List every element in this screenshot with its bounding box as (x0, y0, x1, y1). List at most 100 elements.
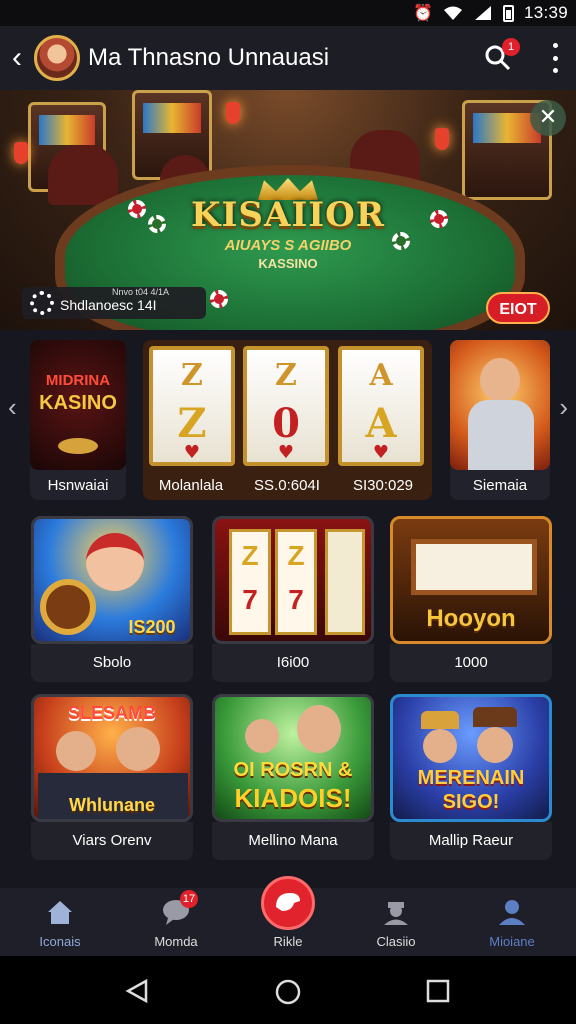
host-body-art (468, 400, 534, 470)
slot-reel: Z 7 (275, 529, 317, 635)
signal-icon (473, 5, 493, 21)
character-art (297, 705, 341, 753)
nav-label: Clasiio (376, 934, 416, 949)
character-art (86, 533, 144, 591)
overlay-text-bottom: SIGO! (442, 791, 500, 813)
game-card[interactable]: MERENAIN SIGO! Mallip Raeur (390, 694, 552, 864)
card-label: Molanlala (158, 477, 224, 494)
back-button[interactable]: ‹ (0, 26, 34, 90)
nav-item-dealer[interactable]: Clasiio (348, 888, 444, 956)
alarm-icon: ⏰ (413, 5, 433, 22)
game-caption: Sbolo (31, 644, 193, 682)
hat-art (473, 707, 517, 727)
game-thumbnail (450, 340, 550, 470)
recents-square-icon[interactable] (426, 979, 450, 1003)
chip-decor (430, 210, 448, 228)
overlay-text-bottom: KIADOIS! (234, 783, 352, 813)
reel-symbol: Z (241, 540, 259, 571)
back-triangle-icon[interactable] (124, 978, 150, 1004)
nav-label: Rikle (273, 934, 303, 949)
game-card[interactable]: Hooyon 1000 (390, 516, 552, 686)
status-bar: ⏰ 13:39 (0, 0, 576, 26)
banner-logo: KISAIIOR AIUAYS S AGIIBO KASSINO (188, 195, 388, 271)
promo-banner[interactable]: KISAIIOR AIUAYS S AGIIBO KASSINO ✕ Nnvo … (0, 90, 576, 330)
carousel-card[interactable]: Siemaia (450, 340, 550, 500)
page-title: Ma Thnasno Unnauasi (88, 44, 330, 71)
reel-symbol: Z (275, 358, 297, 393)
system-nav-bar (0, 956, 576, 1024)
reel-symbol: A (365, 400, 397, 447)
game-card[interactable]: Z 7 Z 7 I6i00 (212, 516, 374, 686)
game-thumbnail: MERENAIN SIGO! (390, 694, 552, 822)
more-menu-button[interactable] (550, 43, 560, 73)
carousel-next-button[interactable]: › (559, 392, 568, 423)
center-action-icon (276, 893, 300, 911)
chip-decor (210, 290, 228, 308)
character-art (245, 719, 279, 753)
notification-badge: 1 (502, 38, 520, 56)
game-thumbnail: Hooyon (390, 516, 552, 644)
close-banner-button[interactable]: ✕ (530, 100, 566, 136)
kebab-dot-icon (552, 43, 558, 48)
nav-label: Momda (154, 934, 198, 949)
slot-reel (325, 529, 365, 635)
home-icon (48, 901, 72, 924)
reel-symbol: Z (177, 400, 207, 447)
gear-icon (30, 291, 54, 315)
clock: 13:39 (523, 3, 568, 22)
chip-decor (148, 215, 166, 233)
dealer-icon (384, 902, 408, 925)
overlay-text-bottom: Whlunane (69, 795, 155, 815)
banner-info-pill[interactable]: Nnvo t04 4/1A Shdlanoesc 14I (22, 287, 206, 319)
nav-badge: 17 (180, 890, 198, 908)
game-card[interactable]: OI ROSRN & KIADOIS! Mellino Mana (212, 694, 374, 864)
search-button[interactable]: 1 (480, 38, 520, 78)
home-circle-icon[interactable] (274, 978, 302, 1006)
close-icon: ✕ (538, 104, 558, 129)
nav-item-messages[interactable]: 17 Momda (128, 888, 224, 956)
carousel-card[interactable]: MIDRINA KASINO Hsnwaiai (30, 340, 126, 500)
chevron-right-icon: › (559, 392, 568, 422)
lamp-decor (435, 128, 449, 150)
game-caption: Mellino Mana (212, 822, 374, 860)
chevron-left-icon: ‹ (8, 392, 17, 422)
banner-logo-subtitle: AIUAYS S AGIIBO (224, 237, 352, 254)
chip-decor (392, 232, 410, 250)
overlay-text: IS200 (128, 617, 176, 637)
avatar[interactable] (34, 35, 80, 81)
kebab-dot-icon (552, 68, 558, 73)
reel-symbol: 7 (242, 584, 258, 615)
nav-item-home[interactable]: Iconais (12, 888, 108, 956)
carousel-slot-card[interactable]: Z Z ♥ Z 0 ♥ A A ♥ Molanlala SS.0:604I SI… (143, 340, 432, 500)
overlay-text: Hooyon (426, 605, 516, 632)
hat-art (421, 711, 459, 729)
reel-symbol: Z (181, 358, 203, 393)
slot-reel: A A ♥ (338, 346, 424, 466)
center-action-button[interactable] (261, 876, 315, 930)
bet-button[interactable]: EIOT (486, 292, 550, 324)
game-caption: I6i00 (212, 644, 374, 682)
game-carousel: ‹ › MIDRINA KASINO Hsnwaiai Z Z ♥ Z 0 ♥ (0, 330, 576, 506)
card-label: SS.0:604I (254, 477, 320, 494)
banner-logo-title: KISAIIOR (190, 195, 386, 235)
carousel-prev-button[interactable]: ‹ (8, 392, 17, 423)
reel-symbol: Z (287, 540, 305, 571)
character-art (56, 731, 96, 771)
overlay-text-top: OI ROSRN & (233, 759, 353, 781)
reel-symbol: 7 (288, 584, 304, 615)
battery-icon (502, 4, 514, 22)
nav-item-profile[interactable]: Mioiane (464, 888, 560, 956)
reel-symbol: 0 (272, 400, 300, 447)
game-card[interactable]: SLESAMB Whlunane Viars Orenv (31, 694, 193, 864)
overlay-text-top: SLESAMB (67, 703, 156, 723)
character-art (477, 727, 513, 763)
coin-icon (58, 438, 98, 454)
info-main-text: Shdlanoesc 14I (60, 297, 157, 313)
game-card[interactable]: IS200 Sbolo (31, 516, 193, 686)
character-art (116, 727, 160, 771)
thumb-title: MIDRINA (45, 372, 111, 389)
app-screen: ⏰ 13:39 ‹ Ma Thnasno Unnauasi 1 KISAIIOR… (0, 0, 576, 1024)
slot-box-art (411, 539, 537, 595)
game-caption: Mallip Raeur (390, 822, 552, 860)
nav-item-center[interactable]: Rikle (240, 876, 336, 956)
